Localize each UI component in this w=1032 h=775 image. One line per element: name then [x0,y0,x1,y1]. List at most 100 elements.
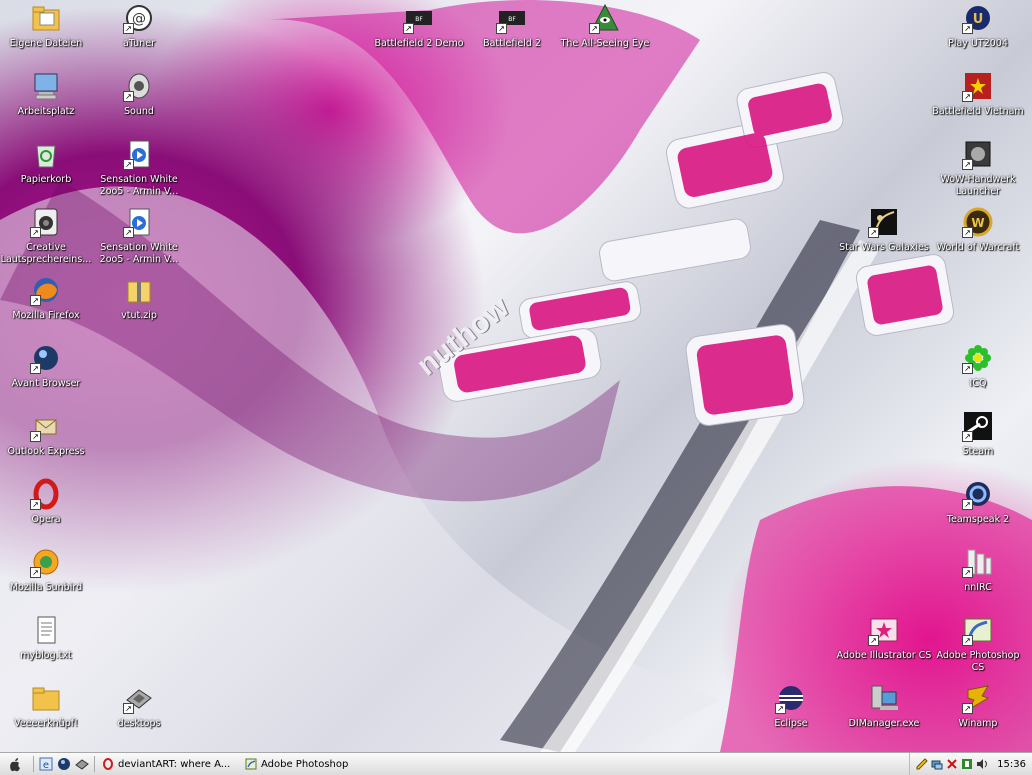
shortcut-arrow-icon: ↗ [123,23,134,34]
task-button-photoshop[interactable]: Adobe Photoshop [241,755,389,773]
desktop-icon-vtut-zip[interactable]: vtut.zip [91,274,187,322]
icon-label: Mozilla Firefox [12,310,80,321]
icon-label: Mozilla Sunbird [9,582,83,593]
task-button-deviantart[interactable]: deviantART: where A... [98,755,241,773]
desktop-icon-sensation-white-1[interactable]: ↗ Sensation White 2oo5 - Armin V... [91,138,187,198]
shortcut-arrow-icon: ↗ [775,703,786,714]
shortcut-arrow-icon: ↗ [962,703,973,714]
icon-label: WoW-Handwerk Launcher [940,174,1016,197]
desktop-icon-battlefield-vietnam[interactable]: ↗ Battlefield Vietnam [930,70,1026,118]
desktop-icon-avant-browser[interactable]: ↗ Avant Browser [0,342,94,390]
desktop-icon-desktops[interactable]: ↗ desktops [91,682,187,730]
desktop-icon-battlefield2-demo[interactable]: BF ↗ Battlefield 2 Demo [371,2,467,50]
icon-label: Adobe Photoshop CS [936,650,1020,673]
desktop-icon-veeeerknuepf[interactable]: Veeeerknüpf! [0,682,94,730]
clock[interactable]: 15:36 [997,759,1026,770]
antivirus-icon[interactable] [961,758,973,770]
icon-label: myblog.txt [20,650,72,661]
shortcut-arrow-icon: ↗ [496,23,507,34]
desktop-icon-star-wars-galaxies[interactable]: ↗ Star Wars Galaxies [836,206,932,254]
desktop-icon-eigene-dateien[interactable]: Eigene Dateien [0,2,94,50]
computer-icon [34,73,58,100]
desktop-icon-illustrator[interactable]: ↗ Adobe Illustrator CS [836,614,932,662]
icon-label: World of Warcraft [936,242,1020,253]
icon-label: Battlefield 2 [483,38,541,49]
icon-label: Opera [31,514,61,525]
icon-label: Avant Browser [11,378,81,389]
desktop-icon-mozilla-firefox[interactable]: ↗ Mozilla Firefox [0,274,94,322]
desktop-icon-battlefield2[interactable]: BF ↗ Battlefield 2 [464,2,560,50]
text-file-icon [37,616,56,644]
desktop-icon-sensation-white-2[interactable]: ↗ Sensation White 2oo5 - Armin V... [91,206,187,266]
wallpaper-logo-text: nuthow [410,290,516,383]
shortcut-arrow-icon: ↗ [123,703,134,714]
quicklaunch-ie[interactable]: e [37,755,55,773]
shortcut-arrow-icon: ↗ [403,23,414,34]
icon-label: desktops [117,718,161,729]
desktop-icon-dimanager[interactable]: DIManager.exe [836,682,932,730]
folder-documents-icon [32,6,60,31]
desktop-icon-photoshop[interactable]: ↗ Adobe Photoshop CS [930,614,1026,674]
taskbar-separator [94,756,95,772]
desktop-icon-arbeitsplatz[interactable]: Arbeitsplatz [0,70,94,118]
pencil-icon[interactable] [916,758,928,770]
shortcut-arrow-icon: ↗ [123,227,134,238]
start-button[interactable] [0,755,30,773]
icon-label: Sensation White 2oo5 - Armin V... [99,174,179,197]
desktop-icon-wow-handwerk[interactable]: ↗ WoW-Handwerk Launcher [930,138,1026,198]
desktop-icon-creative-speaker[interactable]: ↗ Creative Lautsprechereins... [0,206,94,266]
show-desktop-icon [75,759,89,770]
shortcut-arrow-icon: ↗ [962,91,973,102]
desktop-icon-play-ut2004[interactable]: U ↗ Play UT2004 [930,2,1026,50]
desktop-icon-winamp[interactable]: ↗ Winamp [930,682,1026,730]
desktop-icon-nnirc[interactable]: ↗ nnIRC [930,546,1026,594]
icon-label: Battlefield Vietnam [932,106,1024,117]
icon-label: The All-Seeing Eye [560,38,650,49]
shortcut-arrow-icon: ↗ [962,635,973,646]
desktop-icon-all-seeing-eye[interactable]: ↗ The All-Seeing Eye [557,2,653,50]
volume-icon[interactable] [976,758,988,770]
apple-logo-icon [10,758,20,772]
desktop-icon-mozilla-sunbird[interactable]: ↗ Mozilla Sunbird [0,546,94,594]
desktop-icon-sound[interactable]: ↗ Sound [91,70,187,118]
avant-browser-icon [58,758,70,770]
desktop-icon-icq[interactable]: ↗ ICQ [930,342,1026,390]
icon-label: Adobe Illustrator CS [836,650,932,661]
desktop-icon-teamspeak[interactable]: ↗ Teamspeak 2 [930,478,1026,526]
icon-label: Play UT2004 [948,38,1008,49]
icon-label: Arbeitsplatz [17,106,75,117]
desktop-icon-eclipse[interactable]: ↗ Eclipse [743,682,839,730]
icon-label: Eclipse [774,718,808,729]
desktop-icon-atuner[interactable]: @ ↗ aTuner [91,2,187,50]
icon-label: Sensation White 2oo5 - Armin V... [99,242,179,265]
shortcut-arrow-icon: ↗ [30,431,41,442]
error-x-icon[interactable] [946,758,958,770]
zip-icon [127,281,151,303]
desktop-icon-outlook-express[interactable]: ↗ Outlook Express [0,410,94,458]
network-icon[interactable] [931,758,943,770]
shortcut-arrow-icon: ↗ [30,295,41,306]
desktop-icon-steam[interactable]: ↗ Steam [930,410,1026,458]
shortcut-arrow-icon: ↗ [30,227,41,238]
svg-text:W: W [971,216,984,230]
quicklaunch-avant[interactable] [55,755,73,773]
shortcut-arrow-icon: ↗ [962,23,973,34]
icon-label: Star Wars Galaxies [839,242,929,253]
recycle-bin-icon [36,145,56,168]
desktop-icon-papierkorb[interactable]: Papierkorb [0,138,94,186]
icon-label: aTuner [123,38,155,49]
icon-label: Eigene Dateien [9,38,83,49]
svg-text:@: @ [132,11,146,27]
quicklaunch-desktop[interactable] [73,755,91,773]
taskbar-separator [33,756,34,772]
shortcut-arrow-icon: ↗ [868,227,879,238]
desktop-icon-world-of-warcraft[interactable]: W ↗ World of Warcraft [930,206,1026,254]
task-label: deviantART: where A... [118,758,231,770]
folder-icon [32,687,60,711]
desktop-icon-opera[interactable]: ↗ Opera [0,478,94,526]
icon-label: Veeeerknüpf! [14,718,78,729]
icon-label: ICQ [969,378,987,389]
dimanager-icon [871,685,898,710]
icon-label: DIManager.exe [848,718,920,729]
desktop-icon-myblog[interactable]: myblog.txt [0,614,94,662]
